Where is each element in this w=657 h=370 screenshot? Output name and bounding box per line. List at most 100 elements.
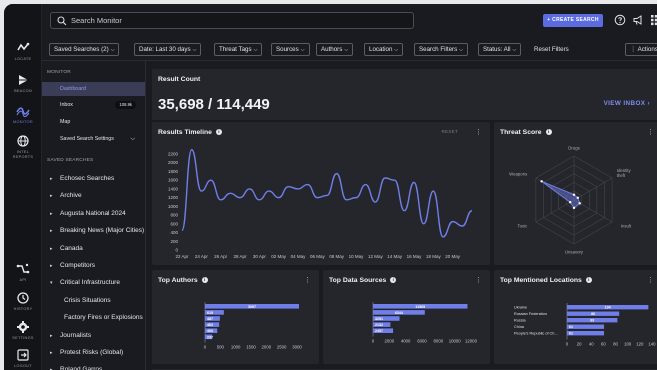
- actions-button[interactable]: ⋮ Actions: [625, 43, 657, 56]
- x-tick-label: 28 Apr: [233, 254, 247, 259]
- rail-label: SETTINGS: [12, 336, 34, 340]
- app-window: LOCATE BEACON MONITOR INTEL REPORTS API: [4, 4, 657, 370]
- rail-logout[interactable]: LOGOUT: [4, 348, 42, 369]
- filter-authors[interactable]: Authors ⌵: [316, 43, 354, 56]
- filter-location[interactable]: Location ⌵: [364, 43, 404, 56]
- sidebar-item-dashboard[interactable]: Dashboard: [42, 82, 145, 96]
- saved-search-item[interactable]: ▸ Protest Risks (Global): [42, 345, 145, 361]
- inbox-count-badge: 108.9k: [115, 101, 136, 109]
- rail-label: BEACON: [14, 89, 32, 93]
- saved-search-item[interactable]: ▸ Echosec Searches: [42, 171, 145, 187]
- x-tick-label: 16 May: [407, 254, 423, 259]
- caret-down-icon: ▾: [50, 280, 53, 287]
- announcement-icon[interactable]: [632, 14, 644, 26]
- timeline-chart: 0 200 400 600 800 1000 1200 1400 1600 1800 2000 220…: [168, 148, 473, 259]
- chevron-down-icon: ⌵: [110, 47, 115, 53]
- radar-axis-label: Weapons: [509, 172, 527, 177]
- x-tick-label: 0: [372, 339, 375, 344]
- filter-status[interactable]: Status: All ⌵: [478, 43, 522, 56]
- rail-label: API: [19, 278, 27, 282]
- x-tick-label: 4000: [401, 339, 411, 344]
- saved-search-item[interactable]: ▸ Journalists: [42, 328, 145, 344]
- sidebar-item-map[interactable]: Map: [42, 115, 145, 129]
- filter-search-filters[interactable]: Search Filters ⌵: [414, 43, 468, 56]
- saved-search-label: Echosec Searches: [60, 175, 115, 182]
- x-tick-label: 2000: [262, 345, 272, 350]
- x-tick-label: 12 May: [368, 254, 384, 259]
- help-icon[interactable]: [614, 14, 626, 26]
- monitor-section-title: MONITOR: [47, 70, 71, 75]
- saved-search-label: Factory Fires or Explosions: [64, 314, 143, 322]
- radar-axis-label: Insult: [621, 224, 632, 229]
- rail-locate[interactable]: LOCATE: [4, 41, 42, 62]
- saved-search-item[interactable]: ▾ Critical Infrastructure: [42, 275, 145, 291]
- x-tick-label: 100: [624, 342, 632, 347]
- apps-grid-icon[interactable]: [650, 14, 657, 26]
- x-tick-label: 30 Apr: [253, 254, 267, 259]
- view-inbox-link[interactable]: VIEW INBOX ›: [604, 100, 650, 107]
- category-label: Ukraine: [514, 306, 527, 310]
- rail-intel-reports[interactable]: INTEL REPORTS: [4, 134, 42, 159]
- settings-icon: [16, 320, 30, 334]
- x-tick-label: 1000: [231, 345, 241, 350]
- filter-threat-tags[interactable]: Threat Tags ⌵: [214, 43, 263, 56]
- x-tick-label: 80: [613, 342, 618, 347]
- filter-sources[interactable]: Sources ⌵: [271, 43, 310, 56]
- bar-value-label: 3251: [375, 317, 383, 321]
- saved-search-item[interactable]: ▸ Competitors: [42, 258, 145, 274]
- rail-history[interactable]: HISTORY: [4, 291, 42, 312]
- saved-search-label: Canada: [60, 244, 83, 252]
- category-label: China: [514, 325, 525, 329]
- rail-monitor[interactable]: MONITOR: [4, 104, 42, 125]
- rail-beacon[interactable]: BEACON: [4, 73, 42, 94]
- saved-search-item[interactable]: ▸ Roland Garros: [42, 362, 145, 370]
- filter-label: Threat Tags: [219, 46, 252, 53]
- x-tick-label: 20: [577, 342, 582, 347]
- x-tick-label: 1500: [246, 345, 256, 350]
- y-tick-label: 1000: [168, 204, 179, 209]
- radar-axis-label: Toxic: [517, 224, 528, 229]
- filter-label: Status: All: [483, 46, 511, 53]
- saved-search-label: Protest Risks (Global): [60, 349, 124, 356]
- saved-search-label: Journalists: [60, 331, 92, 339]
- timeline-series-line: [181, 148, 473, 238]
- filter-label: Location: [369, 46, 393, 53]
- sidebar: MONITOR Dashboard Inbox 108.9k Map Saved…: [42, 61, 146, 370]
- x-tick-label: 08 May: [329, 254, 345, 259]
- saved-search-item[interactable]: ▸ Breaking News (Major Cities): [42, 223, 145, 239]
- x-tick-label: 20 May: [445, 254, 461, 259]
- search-input[interactable]: Search Monitor: [50, 12, 414, 29]
- saved-search-item[interactable]: ▸ Archive: [42, 188, 145, 204]
- y-tick-label: 600: [170, 221, 178, 226]
- filter-date[interactable]: Date: Last 30 days ⌵: [134, 43, 202, 56]
- locate-icon: [16, 41, 30, 55]
- sidebar-item-inbox[interactable]: Inbox 108.9k: [42, 98, 145, 112]
- reset-filters-button[interactable]: Reset Filters: [534, 43, 569, 56]
- left-rail: LOCATE BEACON MONITOR INTEL REPORTS API: [4, 4, 42, 370]
- filter-saved-searches[interactable]: Saved Searches (2) ⌵: [49, 43, 120, 56]
- caret-right-icon: ▸: [50, 210, 53, 217]
- saved-search-item[interactable]: ▸ Augusta National 2024: [42, 206, 145, 222]
- x-tick-label: 2500: [277, 345, 287, 350]
- x-tick-label: 60: [601, 342, 606, 347]
- x-tick-label: 02 May: [271, 254, 287, 259]
- category-label: Russian Federation: [514, 312, 547, 316]
- sidebar-item-saved-search-settings[interactable]: Saved Search Settings ⌵: [42, 132, 145, 146]
- y-tick-label: 2000: [168, 160, 179, 165]
- monitor-icon: [16, 104, 30, 118]
- saved-search-item[interactable]: ▸ Canada: [42, 241, 145, 257]
- x-tick-label: 500: [217, 345, 225, 350]
- chevron-down-icon: ⌵: [253, 47, 258, 53]
- create-search-button[interactable]: + CREATE SEARCH: [543, 14, 603, 27]
- saved-search-label: Breaking News (Major Cities): [60, 227, 145, 235]
- saved-search-subitem[interactable]: Factory Fires or Explosions: [42, 310, 145, 326]
- caret-right-icon: ▸: [50, 245, 53, 252]
- bar-value-label: 2457: [375, 329, 383, 333]
- saved-search-subitem[interactable]: Crisis Situations: [42, 293, 145, 309]
- x-tick-label: 0: [204, 345, 207, 350]
- rail-api[interactable]: API: [4, 262, 42, 283]
- rail-settings[interactable]: SETTINGS: [4, 320, 42, 341]
- caret-right-icon: ▸: [50, 350, 53, 356]
- y-tick-label: 200: [170, 239, 178, 244]
- bar-value-label: 61: [569, 325, 573, 329]
